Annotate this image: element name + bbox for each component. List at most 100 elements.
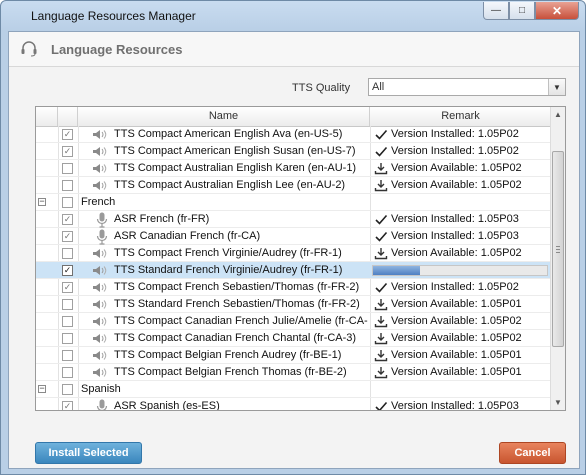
tts-quality-dropdown[interactable]: All ▼ (368, 78, 566, 96)
row-checkbox: ✓ (62, 231, 73, 242)
scroll-down-arrow[interactable]: ▼ (551, 395, 565, 410)
checkmark-icon (374, 128, 388, 141)
speaker-icon (92, 180, 108, 191)
minimize-button[interactable]: — (483, 2, 509, 20)
row-checkbox[interactable] (62, 299, 73, 310)
page-title: Language Resources (51, 42, 183, 57)
remark-text: Version Installed: 1.05P03 (391, 400, 519, 411)
remark-text: Version Installed: 1.05P03 (391, 230, 519, 242)
table-row[interactable]: ✓ TTS Compact French Sebastien/Thomas (fr… (36, 279, 551, 296)
table-row[interactable]: TTS Compact Belgian French Thomas (fr-BE… (36, 364, 551, 381)
scroll-grip (556, 246, 560, 247)
speaker-icon (92, 350, 108, 361)
remark-text: Version Available: 1.05P01 (391, 298, 522, 310)
resource-name: TTS Standard French Virginie/Audrey (fr-… (114, 264, 343, 276)
download-icon (374, 366, 388, 379)
vertical-scrollbar[interactable]: ▲ ▼ (550, 107, 565, 410)
microphone-icon (96, 229, 108, 245)
speaker-icon (92, 129, 108, 140)
speaker-icon (92, 282, 108, 293)
grid-rows: ✓ TTS Compact American English Ava (en-US… (36, 126, 551, 411)
dialog-body: Language Resources TTS Quality All ▼ Nam… (8, 31, 580, 469)
table-row[interactable]: TTS Compact French Virginie/Audrey (fr-F… (36, 245, 551, 262)
speaker-icon (92, 367, 108, 378)
speaker-icon (92, 265, 108, 276)
row-checkbox[interactable] (62, 163, 73, 174)
scroll-thumb[interactable] (552, 151, 564, 347)
table-row[interactable]: ✓ ASR Spanish (es-ES) Version Installed: 1… (36, 398, 551, 411)
remark-text: Version Available: 1.05P02 (391, 315, 522, 327)
download-icon (374, 298, 388, 311)
table-row[interactable]: ✓ TTS Compact American English Susan (en-… (36, 143, 551, 160)
resource-name: ASR Canadian French (fr-CA) (114, 230, 261, 242)
row-checkbox[interactable] (62, 350, 73, 361)
scroll-grip (556, 249, 560, 250)
install-selected-button[interactable]: Install Selected (35, 442, 142, 464)
row-checkbox: ✓ (62, 129, 73, 140)
microphone-icon (96, 212, 108, 228)
row-checkbox: ✓ (62, 401, 73, 411)
maximize-button[interactable]: □ (509, 2, 535, 20)
scroll-grip (556, 252, 560, 253)
close-button[interactable]: ✕ (535, 2, 579, 20)
expander-column-header (36, 107, 58, 126)
speaker-icon (92, 248, 108, 259)
table-row[interactable]: TTS Compact Australian English Lee (en-A… (36, 177, 551, 194)
table-row[interactable]: TTS Standard French Sebastien/Thomas (fr… (36, 296, 551, 313)
table-row[interactable]: TTS Compact Belgian French Audrey (fr-BE… (36, 347, 551, 364)
remark-text: Version Installed: 1.05P02 (391, 281, 519, 293)
collapse-group-toggle[interactable]: − (38, 197, 46, 206)
row-checkbox: ✓ (62, 282, 73, 293)
checkmark-icon (374, 145, 388, 158)
speaker-icon (92, 316, 108, 327)
app-window: Language Resources Manager — □ ✕ Languag… (0, 0, 586, 475)
progress-fill (373, 266, 420, 275)
speaker-icon (92, 146, 108, 157)
resource-name: TTS Compact Canadian French Chantal (fr-… (114, 332, 357, 344)
resource-name: TTS Compact Canadian French Julie/Amelie… (114, 315, 368, 327)
section-header: Language Resources (9, 32, 579, 66)
speaker-icon (92, 163, 108, 174)
row-checkbox[interactable] (62, 197, 73, 208)
resources-grid: Name Remark ✓ TTS Compact American Englis… (35, 106, 566, 411)
download-icon (374, 332, 388, 345)
resource-name: TTS Compact Belgian French Thomas (fr-BE… (114, 366, 347, 378)
cancel-button[interactable]: Cancel (499, 442, 566, 464)
table-row[interactable]: ✓ ASR Canadian French (fr-CA) Version Inst… (36, 228, 551, 245)
chevron-down-icon[interactable]: ▼ (548, 79, 565, 95)
row-checkbox[interactable] (62, 248, 73, 259)
remark-column-header[interactable]: Remark (370, 107, 551, 126)
microphone-icon (96, 399, 108, 410)
title-bar[interactable]: Language Resources Manager — □ ✕ (1, 1, 585, 31)
checkmark-icon (374, 213, 388, 226)
table-row[interactable]: ✓ TTS Compact American English Ava (en-US… (36, 126, 551, 143)
remark-text: Version Available: 1.05P02 (391, 179, 522, 191)
table-row[interactable]: TTS Compact Australian English Karen (en… (36, 160, 551, 177)
name-column-header[interactable]: Name (78, 107, 370, 126)
remark-text: Version Available: 1.05P02 (391, 162, 522, 174)
table-row[interactable]: ✓ TTS Standard French Virginie/Audrey (fr… (36, 262, 551, 279)
tts-quality-label: TTS Quality (292, 82, 351, 94)
row-checkbox[interactable]: ✓ (62, 265, 73, 276)
group-row[interactable]: − Spanish (36, 381, 551, 398)
checkmark-icon (374, 230, 388, 243)
download-icon (374, 179, 388, 192)
row-checkbox[interactable] (62, 333, 73, 344)
checkmark-icon (374, 400, 388, 410)
row-checkbox[interactable] (62, 316, 73, 327)
table-row[interactable]: ✓ ASR French (fr-FR) Version Installed: 1.… (36, 211, 551, 228)
scroll-up-arrow[interactable]: ▲ (551, 107, 565, 122)
remark-text: Version Installed: 1.05P02 (391, 145, 519, 157)
remark-text: Version Available: 1.05P01 (391, 366, 522, 378)
download-icon (374, 315, 388, 328)
group-label: French (81, 196, 116, 208)
row-checkbox[interactable] (62, 384, 73, 395)
row-checkbox[interactable] (62, 367, 73, 378)
download-icon (374, 247, 388, 260)
row-checkbox[interactable] (62, 180, 73, 191)
group-row[interactable]: − French (36, 194, 551, 211)
window-controls: — □ ✕ (483, 2, 579, 22)
table-row[interactable]: TTS Compact Canadian French Julie/Amelie… (36, 313, 551, 330)
table-row[interactable]: TTS Compact Canadian French Chantal (fr-… (36, 330, 551, 347)
collapse-group-toggle[interactable]: − (38, 384, 46, 393)
